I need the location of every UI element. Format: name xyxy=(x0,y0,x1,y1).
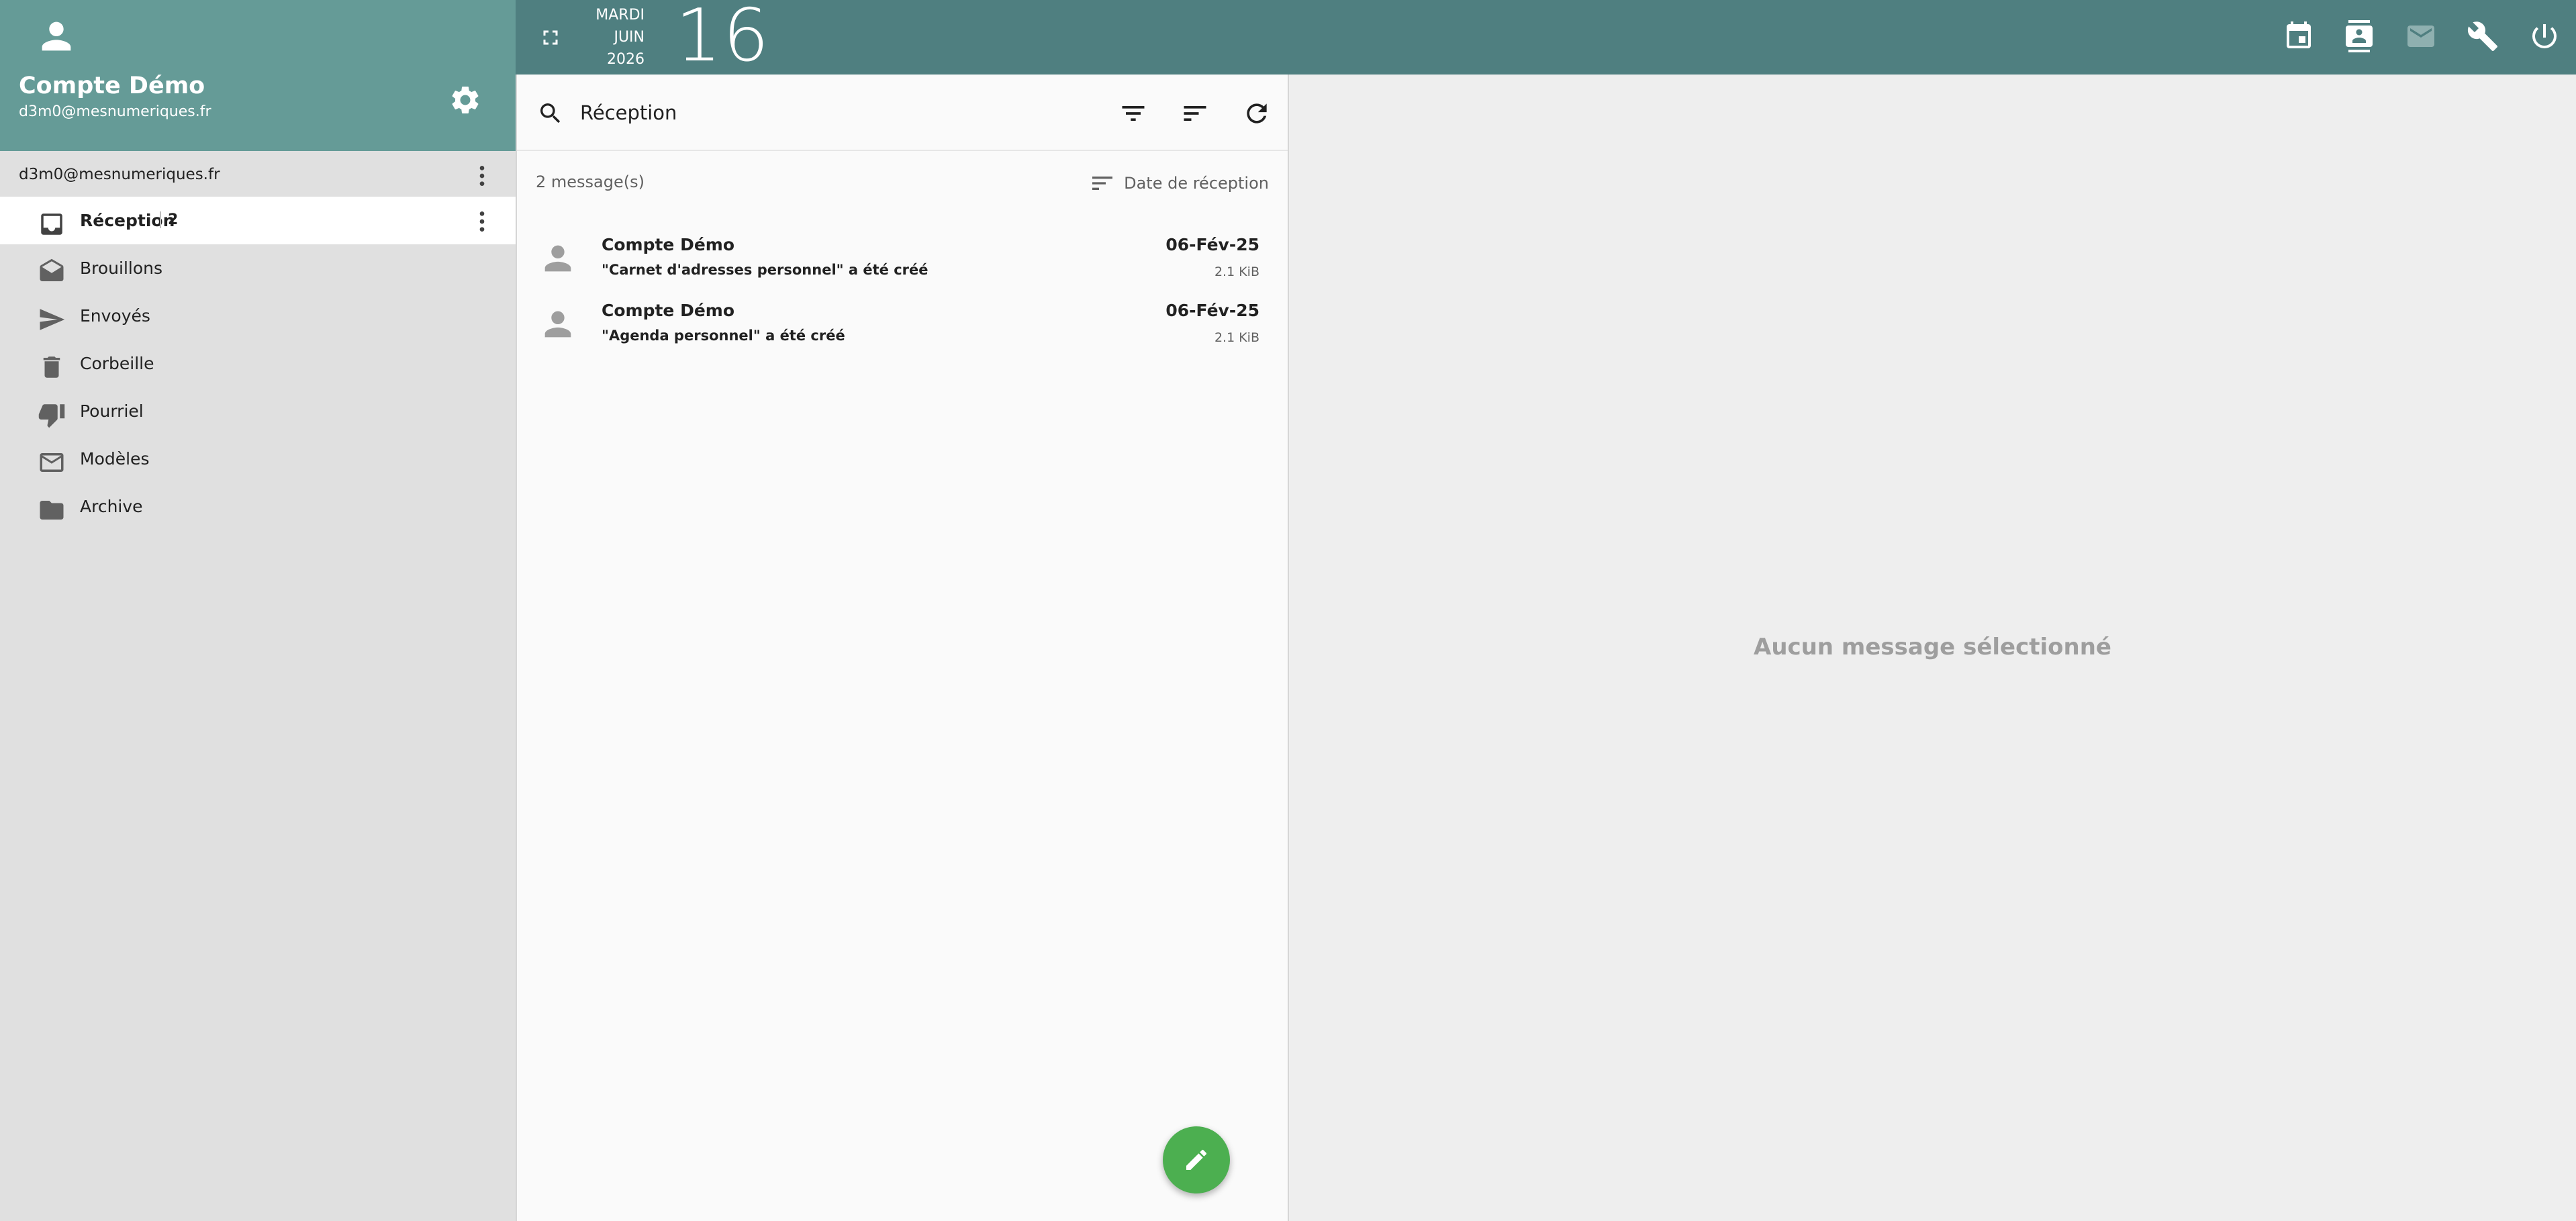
profile-header: Compte Démo d3m0@mesnumeriques.fr xyxy=(0,0,516,151)
folder-list: Réception 2 Brouillons Envoyés Corbeille… xyxy=(0,197,516,530)
sidebar: Compte Démo d3m0@mesnumeriques.fr d3m0@m… xyxy=(0,0,516,1221)
message-subject: "Carnet d'adresses personnel" a été créé xyxy=(602,262,928,278)
compose-button[interactable] xyxy=(1163,1126,1230,1193)
empty-state-text: Aucun message sélectionné xyxy=(1754,634,2111,661)
folder-label: Corbeille xyxy=(80,354,154,373)
message-date: 06-Fév-25 xyxy=(1165,235,1259,254)
folder-archive[interactable]: Archive xyxy=(0,483,516,530)
sort-icon xyxy=(1092,177,1113,190)
fullscreen-icon[interactable] xyxy=(538,26,563,50)
folder-label: Archive xyxy=(80,497,143,516)
message-sender: Compte Démo xyxy=(602,301,735,320)
account-row[interactable]: d3m0@mesnumeriques.fr xyxy=(0,158,516,191)
year-label: 2026 xyxy=(607,51,645,68)
sender-avatar-icon xyxy=(544,245,571,272)
message-count: 2 message(s) xyxy=(536,173,645,191)
sort-label: Date de réception xyxy=(1124,174,1269,193)
thumb-down-icon xyxy=(38,404,65,428)
contacts-icon[interactable] xyxy=(2343,20,2375,52)
sender-avatar-icon xyxy=(544,311,571,338)
pencil-icon xyxy=(1186,1149,1207,1170)
send-icon xyxy=(40,309,65,330)
power-icon[interactable] xyxy=(2528,20,2561,52)
folder-label: Pourriel xyxy=(80,401,144,421)
calendar-icon[interactable] xyxy=(2283,20,2315,52)
folder-corbeille[interactable]: Corbeille xyxy=(0,340,516,387)
month-label: JUIN xyxy=(614,29,645,46)
day-number: 16 xyxy=(675,0,771,78)
sort-control[interactable]: Date de réception xyxy=(1089,170,1269,197)
message-row[interactable]: Compte Démo "Agenda personnel" a été cré… xyxy=(517,291,1288,357)
folder-label: Modèles xyxy=(80,449,150,469)
folder-icon xyxy=(40,501,64,520)
search-bar: Réception xyxy=(517,75,1288,151)
search-input[interactable]: Réception xyxy=(580,101,677,124)
wrench-icon[interactable] xyxy=(2467,20,2499,52)
folder-envoyes[interactable]: Envoyés xyxy=(0,292,516,340)
user-avatar-icon[interactable] xyxy=(35,15,78,58)
folder-modeles[interactable]: Modèles xyxy=(0,435,516,483)
profile-name: Compte Démo xyxy=(19,72,205,99)
filter-icon[interactable] xyxy=(1118,99,1148,128)
profile-email: d3m0@mesnumeriques.fr xyxy=(19,103,211,120)
weekday-label: MARDI xyxy=(595,7,645,23)
trash-icon xyxy=(43,356,60,378)
folder-brouillons[interactable]: Brouillons xyxy=(0,244,516,292)
sort-icon[interactable] xyxy=(1180,99,1210,128)
gear-icon[interactable] xyxy=(448,83,482,117)
inbox-icon xyxy=(41,213,62,235)
mail-icon[interactable] xyxy=(2405,20,2437,52)
folder-label: Envoyés xyxy=(80,306,150,326)
folder-reception[interactable]: Réception 2 xyxy=(0,197,516,244)
message-size: 2.1 KiB xyxy=(1214,264,1259,279)
search-icon[interactable] xyxy=(537,100,564,127)
message-row[interactable]: Compte Démo "Carnet d'adresses personnel… xyxy=(517,226,1288,291)
mail-icon xyxy=(40,453,64,472)
drafts-icon xyxy=(40,258,64,281)
account-label: d3m0@mesnumeriques.fr xyxy=(19,166,220,183)
folder-more-icon[interactable] xyxy=(469,208,495,235)
folder-label: Brouillons xyxy=(80,258,163,278)
account-more-icon[interactable] xyxy=(469,162,495,189)
message-subject: "Agenda personnel" a été créé xyxy=(602,328,845,344)
message-size: 2.1 KiB xyxy=(1214,330,1259,345)
folder-pourriel[interactable]: Pourriel xyxy=(0,387,516,435)
top-bar: MARDI JUIN 2026 16 xyxy=(516,0,2576,78)
message-list-panel: Réception 2 message(s) Date de réception… xyxy=(516,75,1289,1221)
unread-count-badge: 2 xyxy=(160,211,178,228)
refresh-icon[interactable] xyxy=(1242,99,1272,128)
date-block: MARDI JUIN 2026 xyxy=(591,4,645,70)
message-sender: Compte Démo xyxy=(602,235,735,254)
reading-pane: Aucun message sélectionné xyxy=(1289,75,2576,1221)
message-date: 06-Fév-25 xyxy=(1165,301,1259,320)
